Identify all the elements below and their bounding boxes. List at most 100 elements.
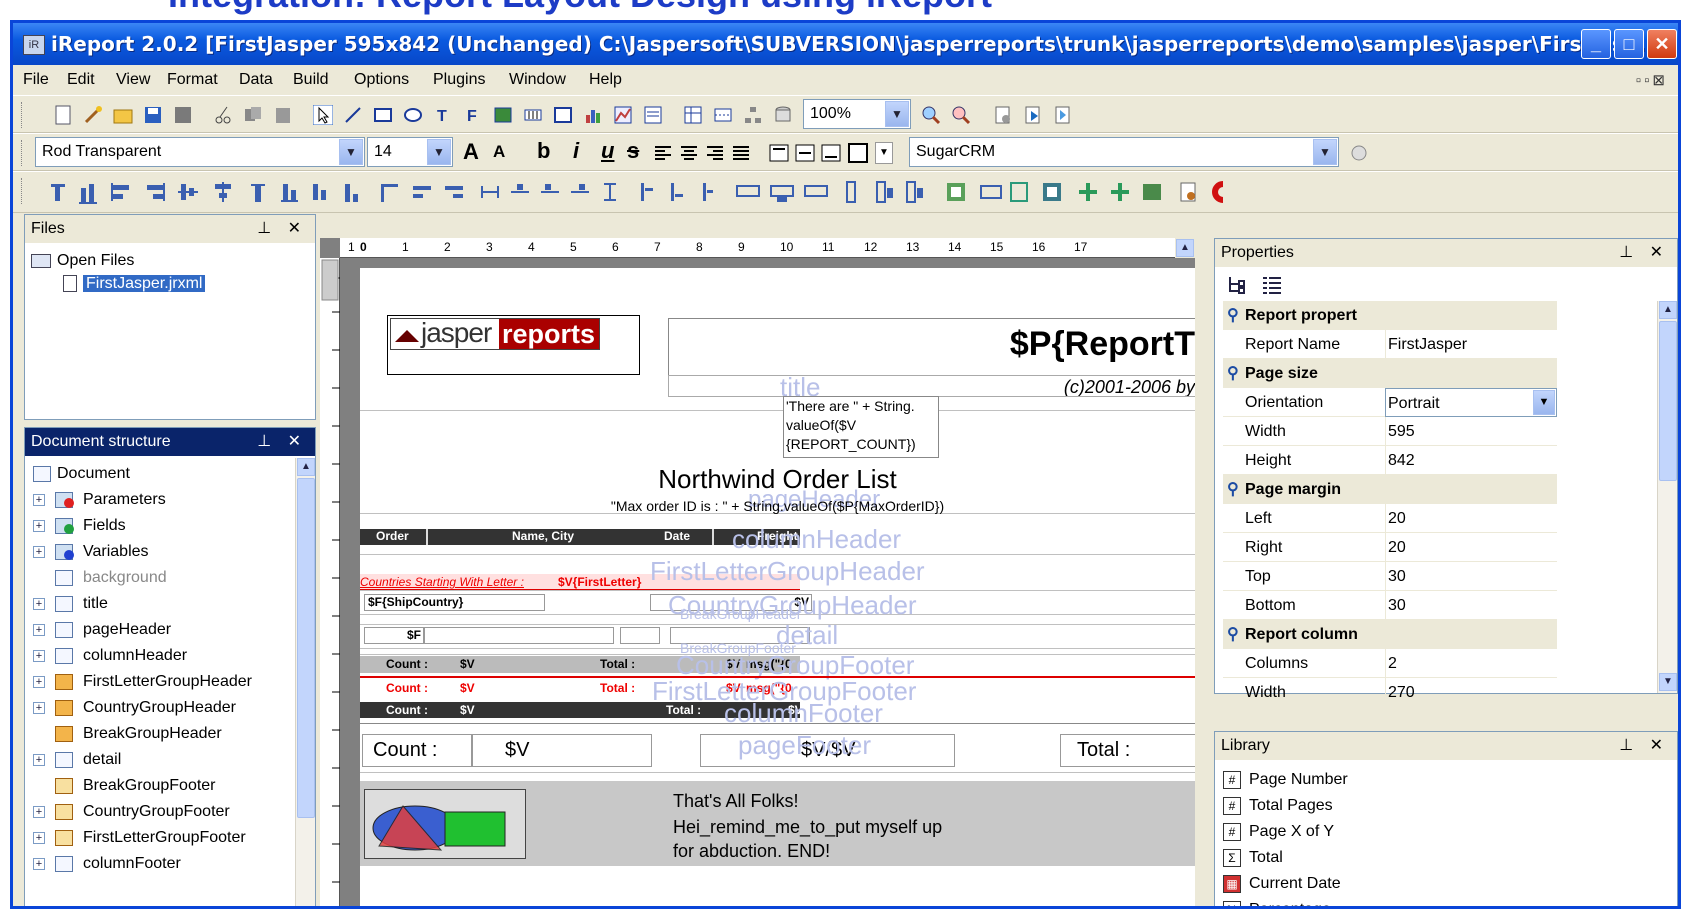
font-name-combo[interactable]: Rod Transparent ▼ — [35, 137, 365, 167]
align-justify-icon[interactable] — [731, 143, 751, 163]
library-header[interactable]: Library ⊥ ✕ — [1215, 732, 1677, 760]
border-icon[interactable] — [847, 142, 871, 164]
property-row[interactable]: Width 595 — [1223, 417, 1557, 446]
menu-format[interactable]: Format — [167, 71, 218, 89]
summary-band[interactable]: That's All Folks! Hei_remind_me_to_put m… — [360, 781, 1195, 866]
toolbar-grip[interactable] — [21, 102, 24, 128]
image-tool-icon[interactable] — [493, 105, 513, 125]
crosstab-chart-icon[interactable] — [613, 105, 633, 125]
property-row[interactable]: Bottom 30 — [1223, 591, 1557, 620]
subreport-tool-icon[interactable] — [643, 105, 663, 125]
library-item[interactable]: # Page X of Y — [1223, 820, 1334, 844]
scroll-thumb[interactable] — [1659, 321, 1677, 481]
copyright-field[interactable]: (c)2001-2006 by — [668, 375, 1195, 397]
library-item[interactable]: # Page Number — [1223, 768, 1348, 792]
database-icon[interactable] — [773, 105, 793, 125]
property-row[interactable]: ⚲ Page margin — [1223, 475, 1557, 504]
close-button[interactable]: ✕ — [1647, 29, 1677, 59]
scroll-down-button[interactable]: ▼ — [1659, 673, 1677, 691]
chevron-down-icon[interactable]: ▼ — [885, 101, 909, 127]
maximize-button[interactable]: □ — [1614, 29, 1644, 59]
menu-data[interactable]: Data — [239, 71, 273, 89]
property-row[interactable]: Columns 2 — [1223, 649, 1557, 678]
property-value[interactable]: 842 — [1385, 446, 1557, 475]
strikethrough-button[interactable]: s — [627, 138, 639, 164]
save-icon[interactable] — [143, 105, 163, 125]
zoom-combo[interactable]: 100% ▼ — [803, 99, 911, 129]
save-all-icon[interactable] — [173, 105, 193, 125]
text-field-tool-icon[interactable]: F — [463, 105, 483, 125]
valign-bottom-icon[interactable] — [821, 143, 841, 163]
align-right-icon[interactable] — [705, 143, 725, 163]
property-value[interactable]: 270 — [1385, 678, 1557, 707]
property-value[interactable]: 30 — [1385, 562, 1557, 591]
categorized-view-icon[interactable] — [1227, 275, 1249, 295]
expand-icon[interactable]: + — [33, 754, 45, 766]
pointer-tool-icon[interactable] — [313, 105, 333, 125]
property-row[interactable]: ⚲ Report propert — [1223, 301, 1557, 330]
minimize-button[interactable]: _ — [1581, 29, 1611, 59]
pin-close-icon[interactable]: ⊥ ✕ — [1619, 239, 1669, 267]
property-row[interactable]: Top 30 — [1223, 562, 1557, 591]
run-report-icon[interactable] — [1023, 105, 1043, 125]
menu-build[interactable]: Build — [293, 71, 329, 89]
expand-icon[interactable]: + — [33, 650, 45, 662]
files-panel-header[interactable]: Files ⊥ ✕ — [25, 215, 315, 243]
max-order-expression[interactable]: "Max order ID is : " + String.valueOf($P… — [360, 498, 1195, 518]
line-tool-icon[interactable] — [343, 105, 363, 125]
chevron-down-icon[interactable]: ▼ — [1533, 390, 1555, 415]
property-value[interactable]: 595 — [1385, 417, 1557, 446]
library-item[interactable]: % Percentage — [1223, 898, 1331, 906]
property-row[interactable]: Height 842 — [1223, 446, 1557, 475]
crosstab-tool-icon[interactable] — [683, 105, 703, 125]
menu-edit[interactable]: Edit — [67, 71, 95, 89]
hierarchy-icon[interactable] — [743, 105, 763, 125]
library-item[interactable]: # Total Pages — [1223, 794, 1333, 818]
scroll-up-button[interactable]: ▲ — [297, 458, 315, 476]
zoom-in-icon[interactable] — [921, 105, 941, 125]
menu-window[interactable]: Window — [509, 71, 566, 89]
expand-icon[interactable]: + — [33, 520, 45, 532]
chevron-down-icon[interactable]: ▼ — [339, 139, 363, 165]
expand-icon[interactable]: + — [33, 598, 45, 610]
style-combo[interactable]: SugarCRM ▼ — [909, 137, 1339, 167]
frame-tool-icon[interactable] — [553, 105, 573, 125]
ship-country-field[interactable]: $F{ShipCountry} — [364, 594, 545, 611]
ellipse-tool-icon[interactable] — [403, 105, 423, 125]
page-break-icon[interactable] — [713, 105, 733, 125]
open-files-node[interactable]: Open Files — [31, 249, 134, 273]
alignment-tools-strip[interactable] — [51, 180, 1471, 206]
logo-frame[interactable]: jasper reports — [387, 315, 640, 375]
style-edit-icon[interactable] — [1349, 143, 1369, 163]
new-document-icon[interactable] — [53, 105, 73, 125]
detail-name-field[interactable] — [424, 627, 614, 644]
menu-view[interactable]: View — [116, 71, 150, 89]
expand-icon[interactable]: + — [33, 858, 45, 870]
scroll-up-button[interactable]: ▲ — [1659, 301, 1677, 319]
expand-icon[interactable]: + — [33, 624, 45, 636]
doc-tree-scrollbar[interactable]: ▲ — [295, 458, 315, 906]
property-row[interactable]: ⚲ Page size — [1223, 359, 1557, 388]
toolbar-grip[interactable] — [21, 140, 24, 166]
detail-sf-field[interactable]: $F — [364, 627, 424, 644]
expand-icon[interactable]: + — [33, 806, 45, 818]
valign-top-icon[interactable] — [769, 143, 789, 163]
page-count-var[interactable]: $V — [472, 734, 652, 767]
property-value[interactable]: 20 — [1385, 533, 1557, 562]
property-value[interactable]: 2 — [1385, 649, 1557, 678]
file-node[interactable]: FirstJasper.jrxml — [63, 272, 206, 296]
cut-icon[interactable] — [213, 105, 233, 125]
properties-header[interactable]: Properties ⊥ ✕ — [1215, 239, 1677, 267]
chevron-down-icon[interactable]: ▼ — [1313, 139, 1337, 165]
property-row[interactable]: ⚲ Report column — [1223, 620, 1557, 649]
title-bar[interactable]: iR iReport 2.0.2 [FirstJasper 595x842 (U… — [13, 23, 1678, 65]
chart-tool-icon[interactable] — [583, 105, 603, 125]
scroll-thumb[interactable] — [297, 478, 315, 818]
properties-scrollbar[interactable]: ▲ ▼ — [1657, 301, 1677, 693]
menu-options[interactable]: Options — [354, 71, 409, 89]
property-row[interactable]: Orientation Portrait ▼ — [1223, 388, 1557, 417]
expand-icon[interactable]: + — [33, 702, 45, 714]
border-dropdown[interactable]: ▼ — [875, 142, 893, 164]
underline-button[interactable]: u — [601, 138, 614, 164]
expand-icon[interactable]: + — [33, 546, 45, 558]
